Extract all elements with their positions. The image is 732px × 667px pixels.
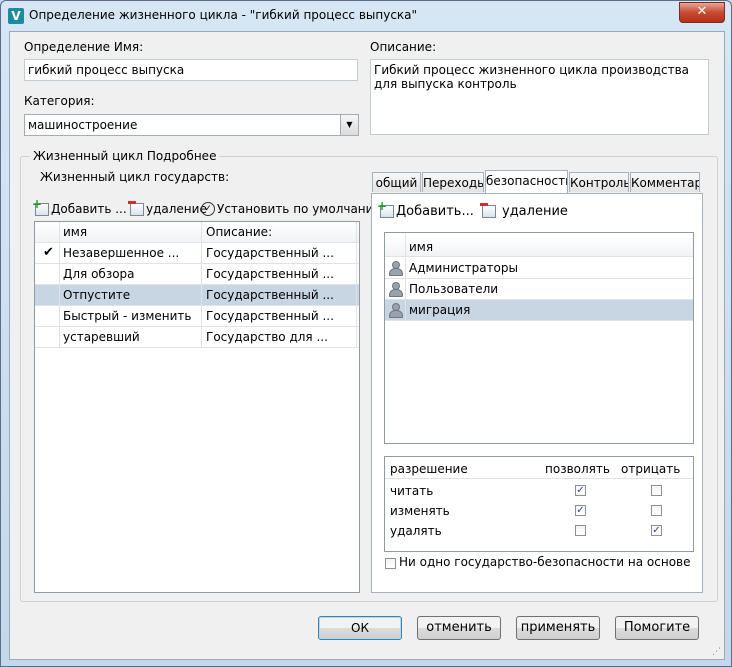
permissions-table: разрешение позволять отрицать читать ✓ и…	[384, 456, 694, 552]
permission-row: читать ✓	[385, 481, 693, 501]
cancel-button[interactable]: отменить	[417, 616, 501, 640]
state-description: Государственный ...	[206, 246, 334, 260]
members-list-header: имя	[385, 237, 693, 257]
state-name: Незавершенное ...	[63, 246, 180, 260]
members-list[interactable]: имя Администраторы Пользователи миграция	[384, 232, 694, 444]
permission-name: читать	[390, 484, 434, 498]
permission-column-header: разрешение	[390, 462, 468, 476]
description-label: Описание:	[370, 40, 437, 54]
allow-column-header: позволять	[545, 462, 610, 476]
lifecycle-details-title: Жизненный цикл Подробнее	[30, 149, 220, 163]
member-row[interactable]: Пользователи	[385, 279, 693, 300]
add-icon	[377, 199, 394, 218]
tab-control[interactable]: Контроль	[569, 172, 629, 192]
member-row-selected[interactable]: миграция	[385, 300, 693, 321]
set-default-label: Установить по умолчанию	[217, 202, 384, 216]
allow-checkbox[interactable]: ✓	[575, 505, 586, 516]
add-state-button[interactable]: Добавить ...	[32, 197, 127, 218]
apply-button[interactable]: применять	[516, 616, 600, 640]
state-row[interactable]: Для обзора Государственный ...	[35, 264, 359, 285]
add-state-label: Добавить ...	[51, 202, 127, 216]
no-state-security-checkbox[interactable]	[385, 558, 396, 569]
add-member-label: Добавить...	[396, 203, 474, 219]
state-name: устаревший	[63, 330, 140, 344]
user-icon	[388, 281, 403, 297]
app-logo-icon: V	[8, 8, 24, 24]
tab-transitions[interactable]: Переходы	[422, 172, 484, 192]
add-member-button[interactable]: Добавить...	[377, 199, 474, 220]
member-name: миграция	[409, 303, 471, 317]
resize-grip-icon[interactable]: ⋰	[712, 647, 721, 657]
allow-checkbox[interactable]: ✓	[575, 485, 586, 496]
column-divider[interactable]	[201, 222, 202, 348]
column-divider	[59, 222, 60, 348]
states-label: Жизненный цикл государств:	[40, 170, 230, 184]
description-textarea[interactable]: Гибкий процесс жизненного цикла производ…	[370, 59, 709, 135]
member-name: Пользователи	[409, 282, 499, 296]
delete-state-button[interactable]: удаление	[128, 200, 207, 218]
category-selected-value: машиностроение	[28, 118, 138, 132]
category-select[interactable]: машиностроение ▼	[24, 114, 359, 136]
tab-general[interactable]: общий	[372, 172, 421, 192]
delete-member-button[interactable]: удаление	[480, 202, 568, 220]
permission-name: изменять	[390, 504, 450, 518]
window-title: Определение жизненного цикла - "гибкий п…	[29, 8, 418, 22]
column-divider[interactable]	[356, 222, 357, 348]
no-state-security-label: Ни одно государство-безопасности на осно…	[399, 555, 691, 569]
state-name: Быстрый - изменить	[63, 309, 192, 323]
deny-column-header: отрицать	[621, 462, 681, 476]
state-row[interactable]: ✔ Незавершенное ... Государственный ...	[35, 243, 359, 264]
state-row[interactable]: Быстрый - изменить Государственный ...	[35, 306, 359, 327]
permission-row: изменять ✓	[385, 501, 693, 521]
checkmark-circle-icon: ✓	[201, 202, 215, 216]
states-list-header: имя Описание:	[35, 222, 359, 243]
state-description: Государство для ...	[206, 330, 328, 344]
tab-security[interactable]: безопасность	[485, 170, 568, 193]
state-description: Государственный ...	[206, 288, 334, 302]
member-row[interactable]: Администраторы	[385, 258, 693, 279]
user-icon	[388, 260, 403, 276]
name-label: Определение Имя:	[24, 40, 144, 54]
permissions-header: разрешение позволять отрицать	[385, 459, 693, 479]
state-name: Для обзора	[63, 267, 135, 281]
tab-strip: общий Переходы безопасность Контроль Ком…	[372, 170, 702, 195]
column-header-name[interactable]: имя	[63, 222, 87, 242]
deny-checkbox[interactable]	[651, 485, 662, 496]
user-icon	[388, 302, 403, 318]
state-name: Отпустите	[63, 288, 131, 302]
dialog-client-area: Определение Имя: гибкий процесс выпуска …	[9, 31, 725, 660]
state-description: Государственный ...	[206, 267, 334, 281]
help-button[interactable]: Помогите	[615, 616, 699, 640]
title-bar[interactable]: V Определение жизненного цикла - "гибкий…	[1, 1, 731, 31]
permission-row: удалять ✓	[385, 521, 693, 541]
name-input[interactable]: гибкий процесс выпуска	[24, 59, 358, 81]
category-label: Категория:	[24, 94, 95, 108]
permission-name: удалять	[390, 524, 442, 538]
dialog-window: V Определение жизненного цикла - "гибкий…	[0, 0, 732, 667]
security-tab-panel: Добавить... удаление имя Администраторы …	[371, 193, 703, 593]
state-description: Государственный ...	[206, 309, 334, 323]
delete-icon	[480, 202, 496, 218]
set-default-button[interactable]: ✓ Установить по умолчанию	[201, 200, 384, 218]
delete-member-label: удаление	[502, 203, 568, 219]
member-name: Администраторы	[409, 261, 518, 275]
deny-checkbox[interactable]: ✓	[651, 525, 662, 536]
column-header-description[interactable]: Описание:	[206, 222, 272, 242]
column-divider	[405, 233, 406, 321]
state-row[interactable]: устаревший Государство для ...	[35, 327, 359, 348]
tab-comments[interactable]: Комментарии	[630, 172, 700, 192]
default-checkmark-icon: ✔	[43, 245, 54, 260]
add-icon	[32, 197, 49, 216]
state-row-selected[interactable]: Отпустите Государственный ...	[35, 285, 359, 306]
close-button[interactable]: ✕	[679, 2, 725, 23]
deny-checkbox[interactable]	[651, 505, 662, 516]
states-list[interactable]: имя Описание: ✔ Незавершенное ... Госуда…	[34, 221, 360, 593]
delete-state-label: удаление	[146, 202, 207, 216]
allow-checkbox[interactable]	[575, 525, 586, 536]
ok-button[interactable]: ОК	[318, 616, 402, 640]
delete-icon	[128, 200, 144, 216]
column-header-name[interactable]: имя	[409, 237, 433, 257]
dropdown-arrow-icon[interactable]: ▼	[340, 115, 358, 135]
